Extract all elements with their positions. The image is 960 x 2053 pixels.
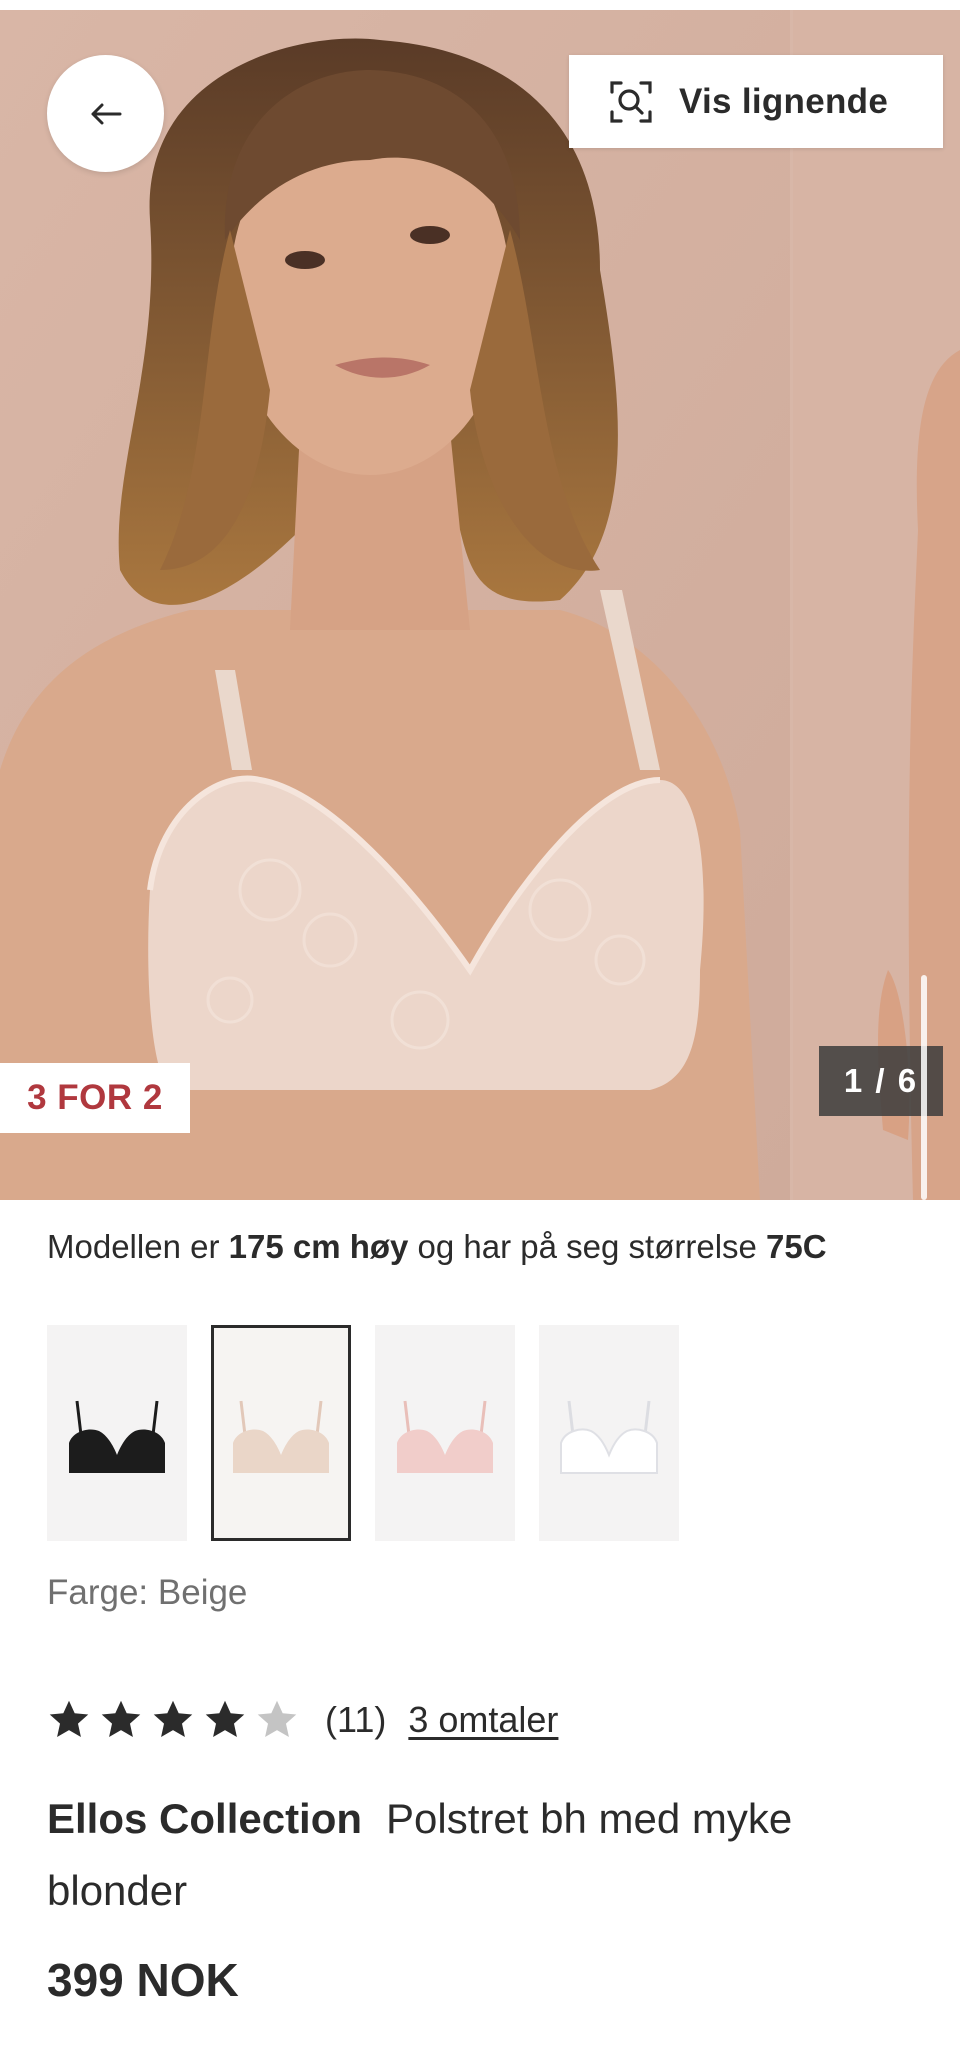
- visual-search-icon: [610, 80, 652, 123]
- selected-color-label: Farge: Beige: [47, 1573, 248, 1612]
- swatch-white[interactable]: [539, 1325, 679, 1541]
- reviews-link[interactable]: 3 omtaler: [408, 1699, 558, 1741]
- show-similar-label: Vis lignende: [679, 81, 889, 121]
- swatch-black[interactable]: [47, 1325, 187, 1541]
- product-photo[interactable]: [0, 10, 790, 1200]
- star-filled-icon: [153, 1700, 193, 1738]
- bra-thumbnail-icon: [233, 1400, 329, 1473]
- product-title: Ellos Collection Polstret bh med myke blo…: [47, 1783, 927, 1927]
- bra-thumbnail-icon: [560, 1400, 658, 1474]
- swatch-beige[interactable]: [211, 1325, 351, 1541]
- star-filled-icon: [205, 1700, 245, 1738]
- model-info-middle: og har på seg størrelse: [408, 1228, 767, 1265]
- arrow-left-icon: [91, 103, 121, 124]
- next-product-photo-preview[interactable]: [793, 10, 960, 1200]
- swatch-pink[interactable]: [375, 1325, 515, 1541]
- star-filled-icon: [49, 1700, 89, 1738]
- model-height: 175 cm høy: [228, 1228, 409, 1265]
- star-rating: [47, 1698, 299, 1742]
- product-price: 399 NOK: [47, 1954, 239, 2006]
- star-filled-icon: [101, 1700, 141, 1738]
- bra-thumbnail-icon: [397, 1400, 493, 1473]
- model-size: 75C: [766, 1228, 827, 1265]
- show-similar-button[interactable]: Vis lignende: [569, 55, 943, 148]
- brand-name: Ellos Collection: [47, 1795, 363, 1842]
- gallery-scroll-indicator: [921, 975, 927, 1200]
- star-empty-icon: [257, 1700, 297, 1738]
- back-button[interactable]: [47, 55, 164, 172]
- rating-count: (11): [325, 1699, 387, 1740]
- promo-badge: 3 FOR 2: [0, 1063, 190, 1133]
- product-image-gallery[interactable]: Vis lignende 3 FOR 2 1 / 6: [0, 10, 960, 1200]
- model-info-prefix: Modellen er: [47, 1228, 229, 1265]
- rating-row: (11) 3 omtaler: [47, 1692, 558, 1748]
- color-swatches: [47, 1325, 679, 1541]
- bra-thumbnail-icon: [69, 1400, 165, 1473]
- model-info: Modellen er 175 cm høy og har på seg stø…: [47, 1228, 827, 1266]
